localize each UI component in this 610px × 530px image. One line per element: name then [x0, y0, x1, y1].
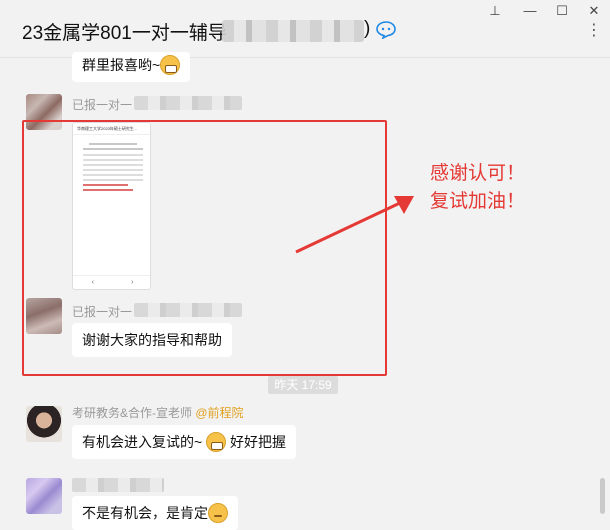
- pin-icon[interactable]: ⊥: [486, 3, 504, 19]
- message-bubble[interactable]: 不是有机会，是肯定: [72, 496, 238, 530]
- message-text: 不是有机会，是肯定: [82, 505, 208, 521]
- more-options-icon[interactable]: ⋮: [586, 23, 602, 39]
- avatar[interactable]: [26, 406, 62, 442]
- sender-name: 已报一对一: [72, 98, 133, 112]
- title-bar: 23金属学801一对一辅导 ) ⊥ — ☐ ✕ ⋮: [0, 0, 610, 58]
- sender-name: 考研教务&合作-宣老师 @前程院: [72, 404, 244, 421]
- maximize-button[interactable]: ☐: [553, 3, 571, 19]
- message-text: 有机会进入复试的~: [82, 434, 203, 450]
- minimize-button[interactable]: —: [521, 3, 539, 19]
- message-bubble[interactable]: 有机会进入复试的~ 好好把握: [72, 425, 296, 459]
- sender-tag: @前程院: [195, 406, 244, 420]
- chat-bubble-icon[interactable]: [376, 21, 396, 39]
- chat-title: 23金属学801一对一辅导: [22, 23, 227, 44]
- grin-emoji-icon: [160, 55, 181, 75]
- thinking-emoji-icon: [208, 503, 228, 523]
- message-text-after: 好好把握: [229, 434, 286, 450]
- sender-name-text: 考研教务&合作-宣老师: [72, 406, 193, 420]
- annotation-line: 复试加油！: [430, 191, 526, 212]
- grin-emoji-icon: [206, 432, 227, 452]
- close-button[interactable]: ✕: [585, 3, 603, 19]
- blurred-sender-name: [134, 96, 242, 110]
- annotation-line: 感谢认可！: [430, 163, 526, 184]
- blurred-sender-name: [72, 478, 164, 492]
- blurred-title-part: [222, 20, 364, 42]
- annotation-text: 感谢认可！ 复试加油！: [430, 160, 525, 216]
- arrow-icon: [295, 196, 414, 254]
- chat-title-suffix: ): [364, 18, 371, 39]
- message-text: 群里报喜哟~: [82, 57, 161, 73]
- message-bubble[interactable]: 群里报喜哟~: [72, 52, 191, 82]
- time-divider: 昨天 17:59: [268, 376, 338, 394]
- scrollbar[interactable]: [600, 478, 605, 514]
- avatar[interactable]: [26, 478, 62, 514]
